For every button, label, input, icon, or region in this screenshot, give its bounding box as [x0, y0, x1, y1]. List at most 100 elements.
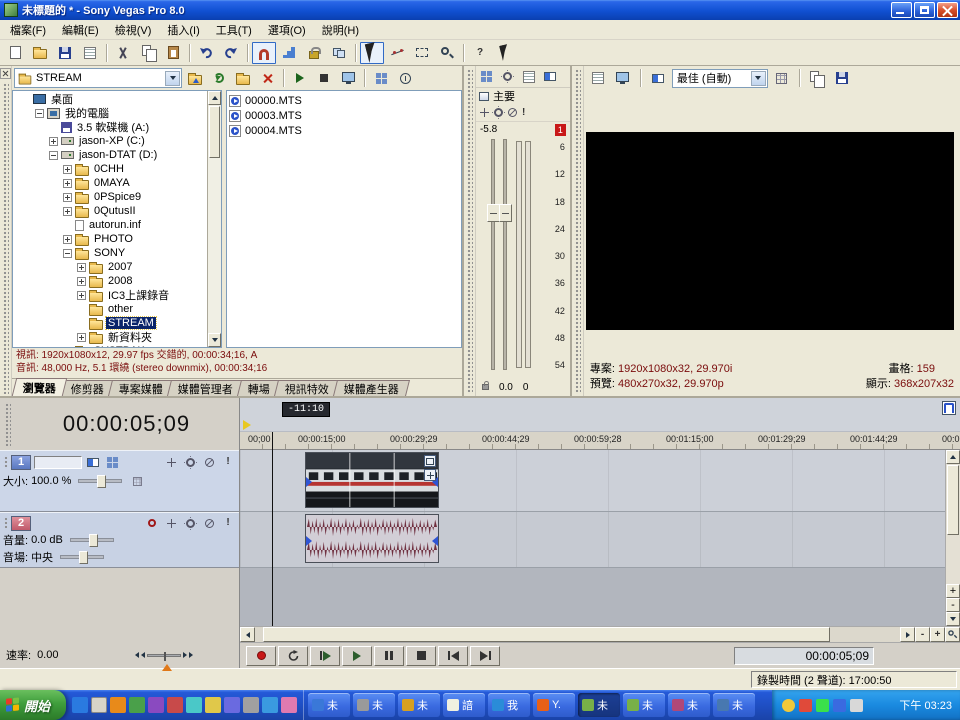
new-folder-button[interactable] — [232, 68, 254, 88]
collapse-icon[interactable] — [35, 109, 44, 118]
close-button[interactable] — [937, 2, 958, 18]
slider-thumb[interactable] — [89, 534, 98, 547]
go-to-start-button[interactable] — [438, 646, 468, 666]
tree-item-folder[interactable]: SYSTBAK — [13, 344, 207, 347]
file-item[interactable]: 00003.MTS — [229, 108, 459, 123]
task-button[interactable]: 未 — [713, 693, 755, 717]
expand-icon[interactable] — [49, 137, 58, 146]
marker-flag-icon[interactable] — [243, 420, 251, 430]
open-button[interactable] — [28, 42, 52, 64]
trim-handle-left-icon[interactable] — [306, 536, 312, 546]
save-snapshot-button[interactable] — [831, 68, 853, 88]
rate-marker-icon[interactable] — [162, 664, 172, 671]
mixer-properties-button[interactable] — [520, 68, 538, 86]
pause-button[interactable] — [374, 646, 404, 666]
volume-slider[interactable] — [70, 538, 114, 542]
scroll-left-icon[interactable] — [240, 627, 255, 642]
track-name-field[interactable] — [34, 456, 82, 469]
quicklaunch-icon[interactable] — [281, 697, 297, 713]
collapse-icon[interactable] — [63, 249, 72, 258]
zoom-edit-tool-button[interactable] — [435, 42, 459, 64]
fader-track-right[interactable] — [503, 139, 507, 370]
undo-button[interactable] — [194, 42, 218, 64]
task-button[interactable]: 諳 — [443, 693, 485, 717]
rate-slider[interactable] — [135, 650, 193, 660]
tab-trimmer[interactable]: 修剪器 — [60, 380, 115, 396]
bus-fx-icon[interactable] — [494, 108, 503, 117]
tree-item-stream-selected[interactable]: STREAM — [13, 316, 207, 330]
expand-icon[interactable] — [77, 333, 86, 342]
event-pan-icon[interactable] — [424, 469, 436, 481]
tree-item-drive-d[interactable]: jason-DTAT (D:) — [13, 148, 207, 162]
up-folder-button[interactable] — [184, 68, 206, 88]
edit-cursor[interactable] — [272, 432, 273, 626]
track-zoom-in-icon[interactable]: + — [946, 584, 960, 598]
task-button[interactable]: 未 — [398, 693, 440, 717]
tree-item-folder[interactable]: other — [13, 302, 207, 316]
track-fx-button[interactable] — [182, 516, 198, 531]
tree-item-folder[interactable]: 2007 — [13, 260, 207, 274]
track-level-slider[interactable] — [78, 479, 122, 483]
expand-icon[interactable] — [77, 277, 86, 286]
overlay-grid-button[interactable] — [771, 68, 793, 88]
tree-item-folder[interactable]: 新資料夾 — [13, 330, 207, 344]
tree-item-folder[interactable]: 2008 — [13, 274, 207, 288]
zoom-in-button[interactable]: + — [930, 627, 945, 642]
start-button[interactable]: 開始 — [0, 690, 66, 720]
clip-indicator[interactable]: 1 — [555, 124, 566, 136]
tab-explorer[interactable]: 瀏覽器 — [12, 378, 67, 396]
task-button[interactable]: Y. — [533, 693, 575, 717]
ignore-event-grouping-button[interactable] — [327, 42, 351, 64]
tab-media-manager[interactable]: 媒體管理者 — [167, 380, 244, 396]
event-crop-icon[interactable] — [424, 455, 436, 467]
record-button[interactable] — [246, 646, 276, 666]
explorer-grip[interactable] — [0, 66, 12, 396]
tray-icon[interactable] — [833, 699, 846, 712]
scroll-up-icon[interactable] — [946, 450, 960, 464]
tree-item-folder[interactable]: 0MAYA — [13, 176, 207, 190]
downmix-button[interactable] — [541, 68, 559, 86]
video-event-clip[interactable] — [305, 452, 439, 508]
automation-settings-button[interactable] — [129, 474, 145, 489]
timecode-display[interactable]: 00:00:05;09 — [14, 411, 239, 437]
preview-grip[interactable] — [572, 66, 584, 396]
slider-thumb[interactable] — [97, 475, 106, 488]
tree-item-folder[interactable]: IC3上課錄音 — [13, 288, 207, 302]
track-fx-button[interactable] — [182, 455, 198, 470]
trim-handle-right-icon[interactable] — [432, 536, 438, 546]
tab-project-media[interactable]: 專案媒體 — [108, 380, 174, 396]
menu-options[interactable]: 選項(O) — [260, 20, 314, 40]
expand-icon[interactable] — [77, 291, 86, 300]
fader-handle[interactable] — [499, 204, 512, 222]
timeline-pin-icon[interactable] — [942, 401, 956, 415]
task-button[interactable]: 未 — [353, 693, 395, 717]
auto-ripple-button[interactable] — [277, 42, 301, 64]
copy-snapshot-button[interactable] — [806, 68, 828, 88]
task-button[interactable]: 未 — [623, 693, 665, 717]
scroll-up-icon[interactable] — [208, 91, 221, 105]
tree-scrollbar[interactable] — [207, 91, 221, 347]
go-to-end-button[interactable] — [470, 646, 500, 666]
track-number[interactable]: 2 — [11, 516, 31, 531]
track-pan-button[interactable] — [163, 516, 179, 531]
file-item[interactable]: 00004.MTS — [229, 123, 459, 138]
paste-button[interactable] — [161, 42, 185, 64]
stop-button[interactable] — [406, 646, 436, 666]
track-header-audio[interactable]: 2 ! 音量: 0.0 dB 音場: 中央 — [0, 512, 239, 568]
mixer-grip[interactable] — [464, 66, 476, 396]
timeline-grip[interactable] — [0, 398, 14, 450]
quicklaunch-icon[interactable] — [148, 697, 164, 713]
track-header-video[interactable]: 1 ! 大小: 100.0 % — [0, 450, 239, 512]
fader-track-left[interactable] — [491, 139, 495, 370]
tab-video-fx[interactable]: 視訊特效 — [274, 380, 340, 396]
task-button[interactable]: 未 — [308, 693, 350, 717]
play-from-start-button[interactable] — [310, 646, 340, 666]
auto-preview-button[interactable] — [337, 68, 359, 88]
delete-button[interactable] — [256, 68, 278, 88]
menu-file[interactable]: 檔案(F) — [2, 20, 54, 40]
tray-icon[interactable] — [782, 699, 795, 712]
quicklaunch-icon[interactable] — [186, 697, 202, 713]
menu-tools[interactable]: 工具(T) — [208, 20, 260, 40]
mute-button[interactable] — [201, 516, 217, 531]
media-properties-button[interactable] — [394, 68, 416, 88]
